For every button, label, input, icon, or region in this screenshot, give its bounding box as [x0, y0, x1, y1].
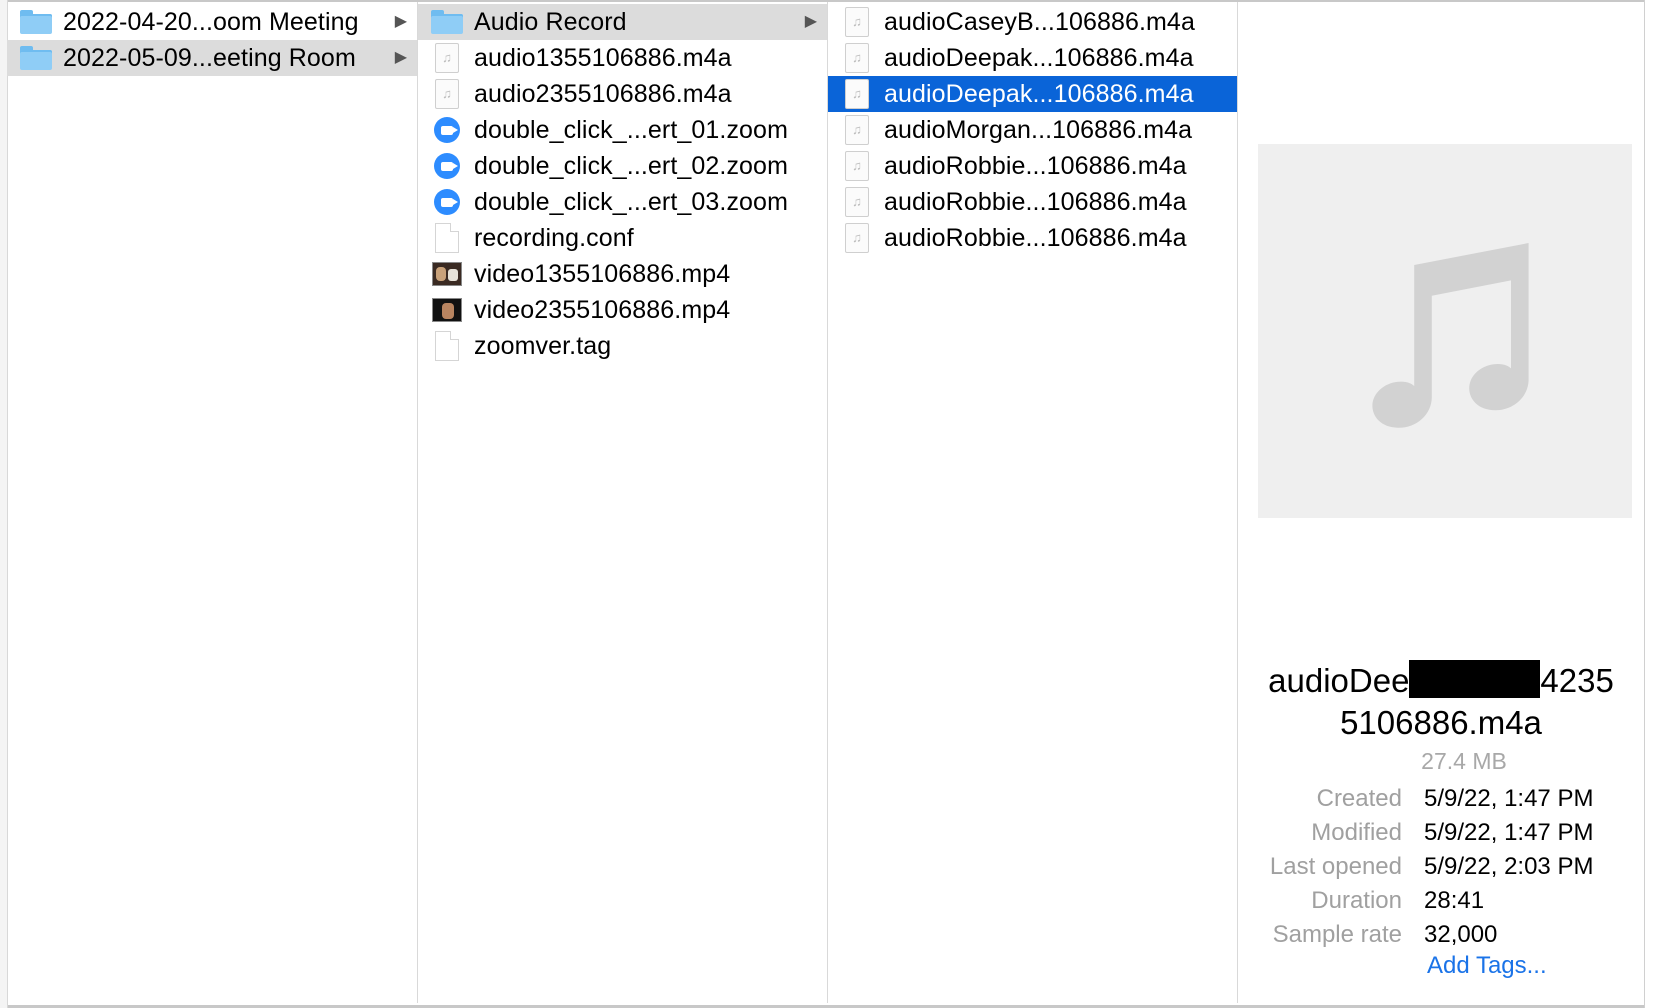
folder-row-audio-record[interactable]: Audio Record ▶	[418, 4, 827, 40]
document-icon	[430, 223, 464, 253]
file-label: recording.conf	[474, 224, 634, 252]
file-label: video1355106886.mp4	[474, 260, 731, 288]
file-label: audioCaseyB...106886.m4a	[884, 8, 1195, 36]
file-row[interactable]: zoomver.tag	[418, 328, 827, 364]
file-label: double_click_...ert_03.zoom	[474, 188, 788, 216]
file-label: audioMorgan...106886.m4a	[884, 116, 1193, 144]
add-tags-link[interactable]: Add Tags...	[1427, 952, 1547, 980]
album-art	[1258, 144, 1632, 518]
file-row[interactable]: ♫ audio1355106886.m4a	[418, 40, 827, 76]
folder-label: 2022-05-09...eeting Room	[63, 44, 356, 72]
meta-last-opened: Last opened 5/9/22, 2:03 PM	[1238, 850, 1644, 884]
meta-modified: Modified 5/9/22, 1:47 PM	[1238, 816, 1644, 850]
file-label: audio1355106886.m4a	[474, 44, 732, 72]
file-label: zoomver.tag	[474, 332, 612, 360]
file-label: audio2355106886.m4a	[474, 80, 732, 108]
file-label: audioRobbie...106886.m4a	[884, 224, 1187, 252]
column-3: ♫ audioCaseyB...106886.m4a ♫ audioDeepak…	[828, 2, 1238, 1003]
column-2: Audio Record ▶ ♫ audio1355106886.m4a ♫ a…	[418, 2, 828, 1003]
preview-pane: audioDee 4235 5106886.m4a 27.4 MB Created…	[1238, 2, 1644, 1003]
file-label: video2355106886.mp4	[474, 296, 731, 324]
audio-file-icon: ♫	[840, 79, 874, 109]
audio-file-icon: ♫	[430, 43, 464, 73]
column-1: 2022-04-20...oom Meeting ▶ 2022-05-09...…	[7, 2, 418, 1003]
file-row[interactable]: video1355106886.mp4	[418, 256, 827, 292]
document-icon	[430, 331, 464, 361]
audio-file-icon: ♫	[840, 223, 874, 253]
file-row[interactable]: double_click_...ert_01.zoom	[418, 112, 827, 148]
file-row[interactable]: double_click_...ert_03.zoom	[418, 184, 827, 220]
folder-row-2022-04-20[interactable]: 2022-04-20...oom Meeting ▶	[7, 4, 417, 40]
preview-filename-line2: 5106886.m4a	[1340, 704, 1542, 741]
redaction-box	[1409, 660, 1541, 698]
zoom-icon	[430, 151, 464, 181]
file-row[interactable]: ♫ audioDeepak...106886.m4a	[828, 40, 1237, 76]
file-row[interactable]: ♫ audioRobbie...106886.m4a	[828, 184, 1237, 220]
video-thumbnail-icon	[430, 295, 464, 325]
audio-file-icon: ♫	[430, 79, 464, 109]
window-right-edge	[1644, 0, 1656, 1008]
folder-icon	[19, 7, 53, 37]
meta-key: Modified	[1311, 819, 1402, 846]
meta-created: Created 5/9/22, 1:47 PM	[1238, 782, 1644, 816]
meta-key: Last opened	[1269, 853, 1402, 880]
file-row[interactable]: recording.conf	[418, 220, 827, 256]
folder-row-2022-05-09[interactable]: 2022-05-09...eeting Room ▶	[7, 40, 417, 76]
file-label: double_click_...ert_01.zoom	[474, 116, 788, 144]
file-row[interactable]: ♫ audioCaseyB...106886.m4a	[828, 4, 1237, 40]
file-label: double_click_...ert_02.zoom	[474, 152, 788, 180]
zoom-icon	[430, 187, 464, 217]
meta-value: 32,000	[1424, 921, 1498, 948]
music-note-icon	[1372, 243, 1529, 428]
filename-start: audioDee	[1268, 662, 1410, 699]
meta-sample-rate: Sample rate 32,000	[1238, 918, 1644, 952]
disclosure-arrow-icon: ▶	[394, 49, 407, 66]
folder-icon	[19, 43, 53, 73]
file-label: audioRobbie...106886.m4a	[884, 152, 1187, 180]
file-row[interactable]: ♫ audioRobbie...106886.m4a	[828, 148, 1237, 184]
file-row[interactable]: ♫ audio2355106886.m4a	[418, 76, 827, 112]
disclosure-arrow-icon: ▶	[394, 13, 407, 30]
folder-label: Audio Record	[474, 8, 627, 36]
file-label: audioDeepak...106886.m4a	[884, 80, 1194, 108]
audio-file-icon: ♫	[840, 43, 874, 73]
file-label: audioDeepak...106886.m4a	[884, 44, 1194, 72]
meta-key: Duration	[1311, 887, 1402, 914]
folder-icon	[430, 7, 464, 37]
file-row[interactable]: ♫ audioMorgan...106886.m4a	[828, 112, 1237, 148]
meta-value: 5/9/22, 2:03 PM	[1424, 853, 1594, 880]
meta-key: Sample rate	[1272, 921, 1402, 948]
file-size: 27.4 MB	[1421, 748, 1507, 774]
file-row-selected[interactable]: ♫ audioDeepak...106886.m4a	[828, 76, 1237, 112]
video-thumbnail-icon	[430, 259, 464, 289]
audio-file-icon: ♫	[840, 115, 874, 145]
audio-file-icon: ♫	[840, 151, 874, 181]
file-row[interactable]: ♫ audioRobbie...106886.m4a	[828, 220, 1237, 256]
preview-filename-line1: audioDee 4235	[1238, 660, 1644, 702]
meta-duration: Duration 28:41	[1238, 884, 1644, 918]
meta-value: 28:41	[1424, 887, 1485, 914]
filename-end: 4235	[1540, 662, 1614, 699]
zoom-icon	[430, 115, 464, 145]
disclosure-arrow-icon: ▶	[804, 13, 817, 30]
meta-key: Created	[1316, 785, 1402, 812]
file-label: audioRobbie...106886.m4a	[884, 188, 1187, 216]
file-row[interactable]: video2355106886.mp4	[418, 292, 827, 328]
meta-value: 5/9/22, 1:47 PM	[1424, 819, 1594, 846]
file-row[interactable]: double_click_...ert_02.zoom	[418, 148, 827, 184]
audio-file-icon: ♫	[840, 187, 874, 217]
meta-value: 5/9/22, 1:47 PM	[1424, 785, 1594, 812]
audio-file-icon: ♫	[840, 7, 874, 37]
folder-label: 2022-04-20...oom Meeting	[63, 8, 359, 36]
